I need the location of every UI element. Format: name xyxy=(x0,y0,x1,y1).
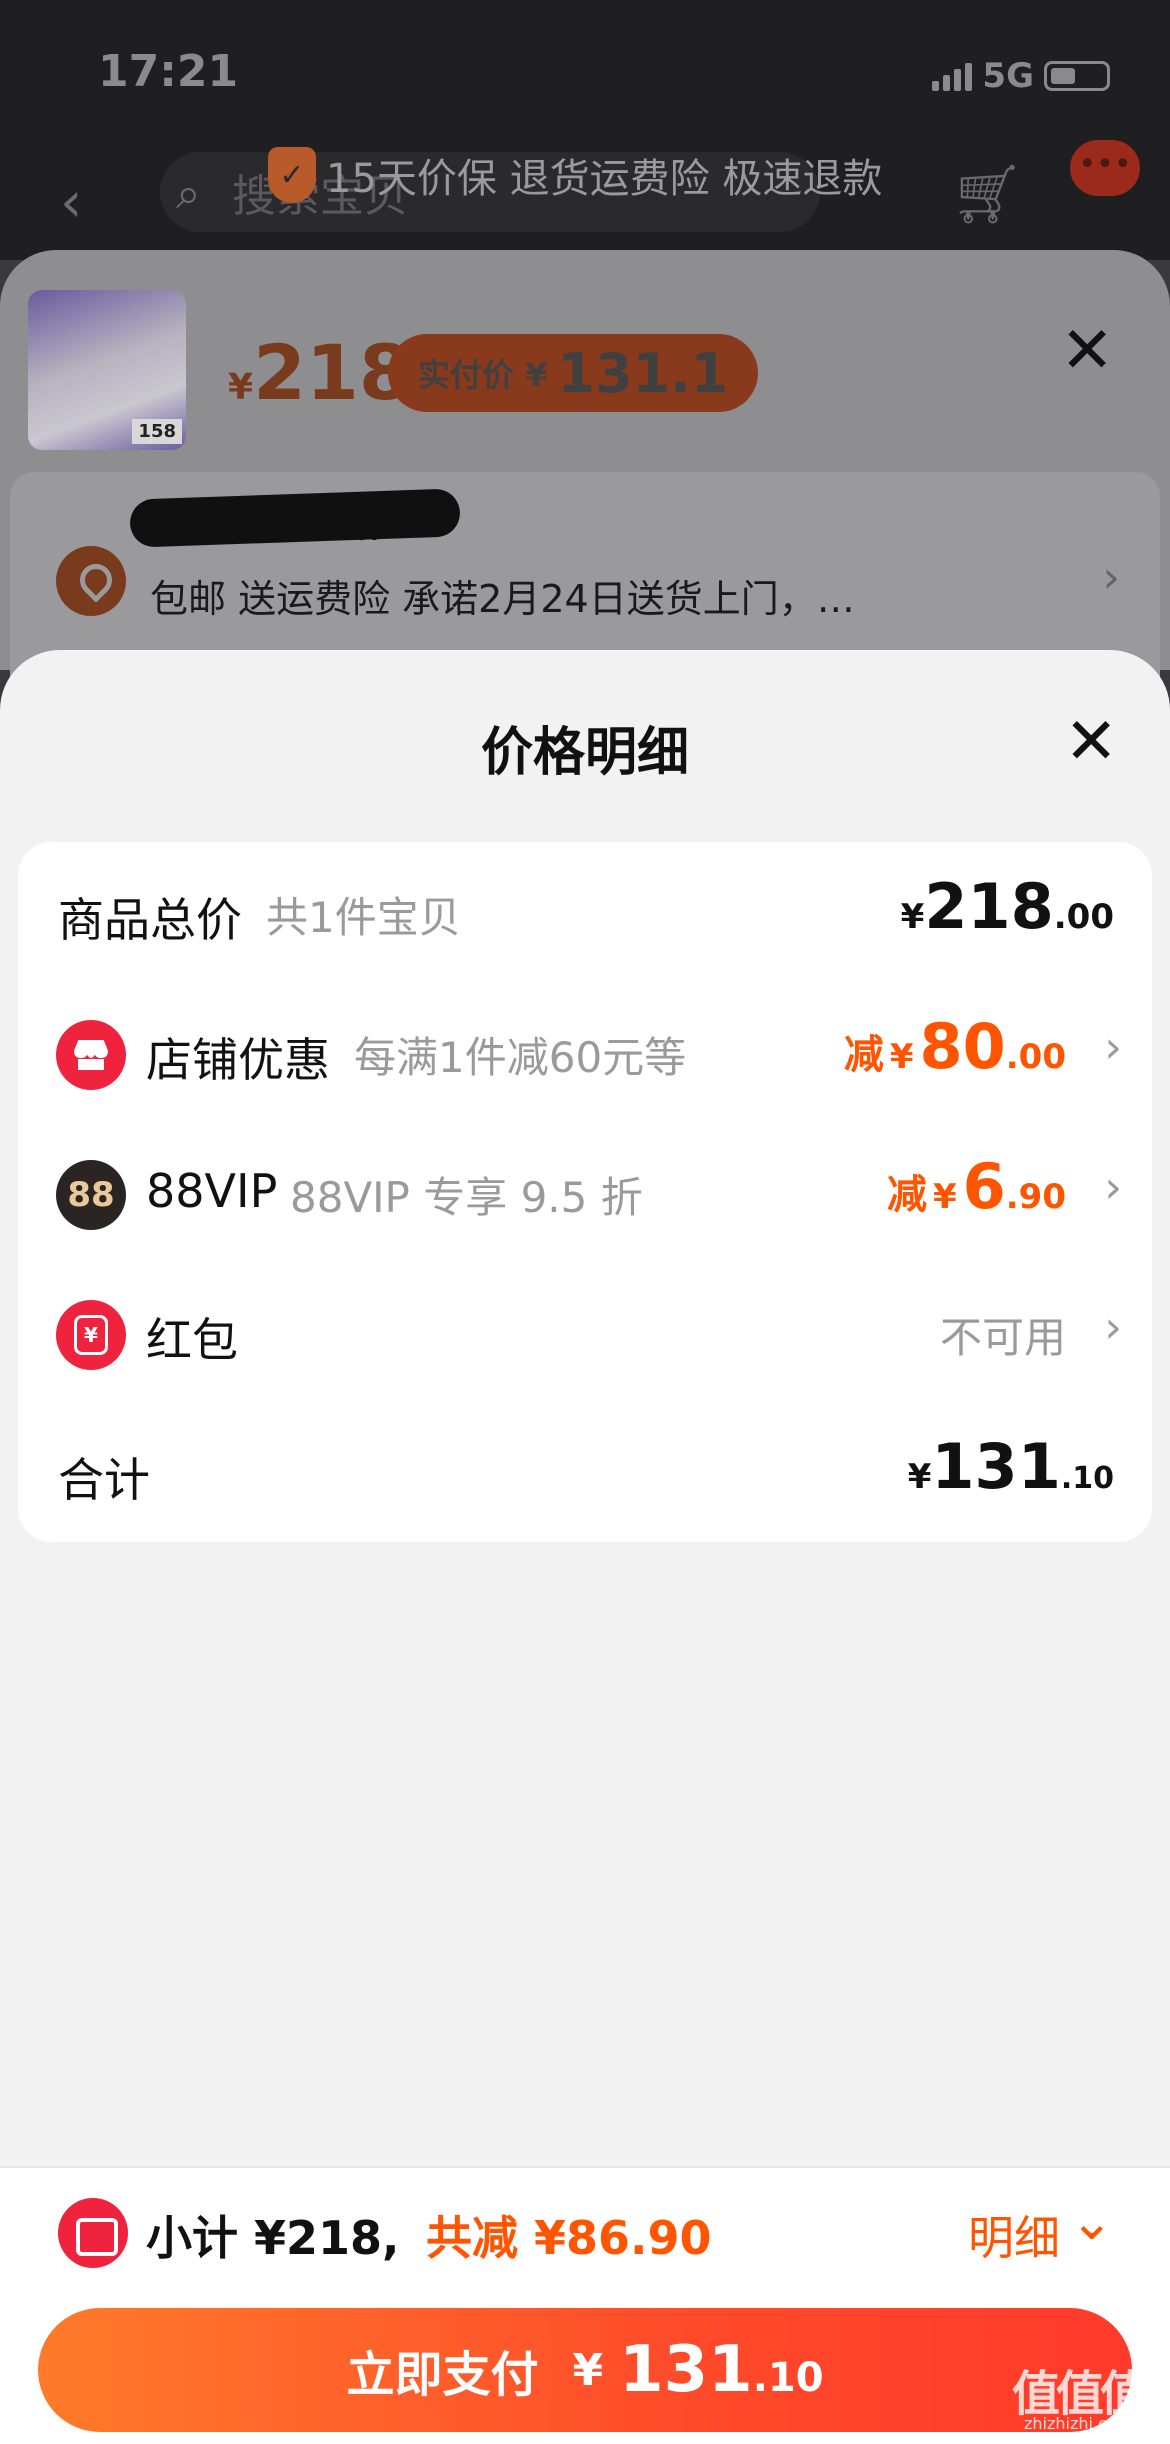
red-packet-glyph: ¥ xyxy=(74,1315,108,1355)
signal-icon xyxy=(932,61,973,91)
pay-button-integer: 131 xyxy=(619,2333,753,2407)
pay-button-decimal: .10 xyxy=(752,2355,824,2401)
currency-symbol: ¥ xyxy=(932,1177,957,1217)
red-packet-status: 不可用 xyxy=(939,1313,1066,1362)
pay-now-button[interactable]: 立即支付 ¥ 131.10 xyxy=(38,2308,1132,2432)
service-banner: ✓ 15天价保 退货运费险 极速退款 xyxy=(268,146,882,204)
amount-decimal: .90 xyxy=(1005,1177,1066,1217)
redaction-scribble xyxy=(129,488,461,548)
row-label: 店铺优惠 xyxy=(146,1033,330,1087)
cart-icon[interactable]: 🛒︎ xyxy=(950,160,1024,229)
pay-button-label: 立即支付 xyxy=(346,2347,539,2403)
paid-price-pill: 实付价 ¥ 131.1 xyxy=(388,334,759,412)
status-time: 17:21 xyxy=(98,46,239,97)
amount-integer: 6 xyxy=(962,1150,1006,1223)
chevron-right-icon: › xyxy=(1102,552,1120,603)
location-icon xyxy=(56,546,126,616)
row-88vip[interactable]: 88 88VIP 88VIP 专享 9.5 折 减 ¥6.90 › xyxy=(18,1122,1152,1262)
detail-toggle[interactable]: 明细 xyxy=(968,2202,1060,2268)
pay-button-currency: ¥ xyxy=(572,2344,604,2396)
chevron-down-icon[interactable]: ⌄ xyxy=(1070,2192,1114,2252)
reduce-prefix: 减 xyxy=(843,1032,884,1078)
currency-symbol: ¥ xyxy=(889,1037,914,1077)
amount-integer: 218 xyxy=(924,870,1054,943)
amount-integer: 80 xyxy=(919,1010,1006,1083)
network-label: 5G xyxy=(982,56,1034,96)
amount-integer: 131 xyxy=(931,1430,1061,1503)
row-total: 合计 ¥131.10 xyxy=(18,1402,1152,1542)
product-sheet: 158 ¥218 实付价 ¥ 131.1 ✕ 路 包邮 送运费险 承诺2月24日… xyxy=(0,250,1170,732)
row-label: 88VIP xyxy=(146,1164,278,1218)
subtotal-text: 小计 ¥218, xyxy=(146,2211,400,2265)
paid-price-value: 131.1 xyxy=(557,341,729,405)
total-reduction-text: 共减 ¥86.90 xyxy=(426,2211,712,2265)
store-icon xyxy=(56,1020,126,1090)
close-icon[interactable]: ✕ xyxy=(1064,710,1118,774)
chevron-right-icon: › xyxy=(1104,1022,1122,1073)
status-indicators: 5G xyxy=(932,56,1110,96)
currency-symbol: ¥ xyxy=(900,897,925,937)
amount-decimal: .00 xyxy=(1005,1037,1066,1077)
price-breakdown-card: 商品总价 共1件宝贝 ¥218.00 店铺优惠 每满1件减60元等 减 ¥80.0… xyxy=(18,842,1152,1542)
service-banner-text: 15天价保 退货运费险 极速退款 xyxy=(326,156,883,202)
vip-discount-amount: 减 ¥6.90 xyxy=(887,1150,1066,1223)
row-sub: 每满1件减60元等 xyxy=(354,1033,687,1082)
top-nav: ‹ ⌕ 搜索宝贝 ✓ 15天价保 退货运费险 极速退款 🛒︎ ••• xyxy=(0,130,1170,260)
paid-price-label: 实付价 ¥ xyxy=(418,356,548,394)
back-icon[interactable]: ‹ xyxy=(60,170,82,235)
row-label: 红包 xyxy=(146,1313,238,1367)
row-red-packet[interactable]: ¥ 红包 不可用 › xyxy=(18,1262,1152,1402)
bottom-action-bar: 小计 ¥218, 共减 ¥86.90 明细 ⌄ 立即支付 ¥ 131.10 xyxy=(0,2166,1170,2444)
product-thumbnail[interactable]: 158 xyxy=(28,290,186,450)
red-packet-icon: ¥ xyxy=(56,1300,126,1370)
currency-symbol: ¥ xyxy=(907,1457,932,1497)
product-price-currency: ¥ xyxy=(228,367,254,408)
sheet-title: 价格明细 xyxy=(480,723,689,783)
chevron-right-icon: › xyxy=(1104,1162,1122,1213)
delivery-info: 包邮 送运费险 承诺2月24日送货上门，… xyxy=(150,577,855,621)
amount-decimal: .00 xyxy=(1053,897,1114,937)
vip-icon: 88 xyxy=(56,1160,126,1230)
more-icon[interactable]: ••• xyxy=(1070,140,1140,196)
shop-discount-amount: 减 ¥80.00 xyxy=(844,1010,1066,1083)
status-bar: 17:21 5G xyxy=(0,0,1170,130)
row-shop-discount[interactable]: 店铺优惠 每满1件减60元等 减 ¥80.00 › xyxy=(18,982,1152,1122)
thumbnail-price-tag: 158 xyxy=(132,419,182,444)
product-price: ¥218 xyxy=(228,328,412,417)
row-label: 商品总价 xyxy=(58,893,242,947)
watermark-url: zhizhizhi.com xyxy=(1024,2414,1133,2433)
ticket-icon xyxy=(58,2198,128,2268)
search-icon: ⌕ xyxy=(176,168,201,219)
amount-decimal: .10 xyxy=(1060,1461,1114,1496)
row-label: 合计 xyxy=(58,1453,150,1507)
row-sub: 共1件宝贝 xyxy=(266,893,461,942)
goods-total-amount: ¥218.00 xyxy=(901,870,1114,943)
total-amount: ¥131.10 xyxy=(908,1430,1114,1503)
chevron-right-icon: › xyxy=(1104,1302,1122,1353)
row-sub: 88VIP 专享 9.5 折 xyxy=(290,1173,643,1222)
row-goods-total: 商品总价 共1件宝贝 ¥218.00 xyxy=(18,842,1152,982)
battery-icon xyxy=(1044,61,1110,91)
reduce-prefix: 减 xyxy=(886,1172,927,1218)
product-sheet-close-icon[interactable]: ✕ xyxy=(1060,314,1114,388)
shield-icon: ✓ xyxy=(268,147,316,203)
